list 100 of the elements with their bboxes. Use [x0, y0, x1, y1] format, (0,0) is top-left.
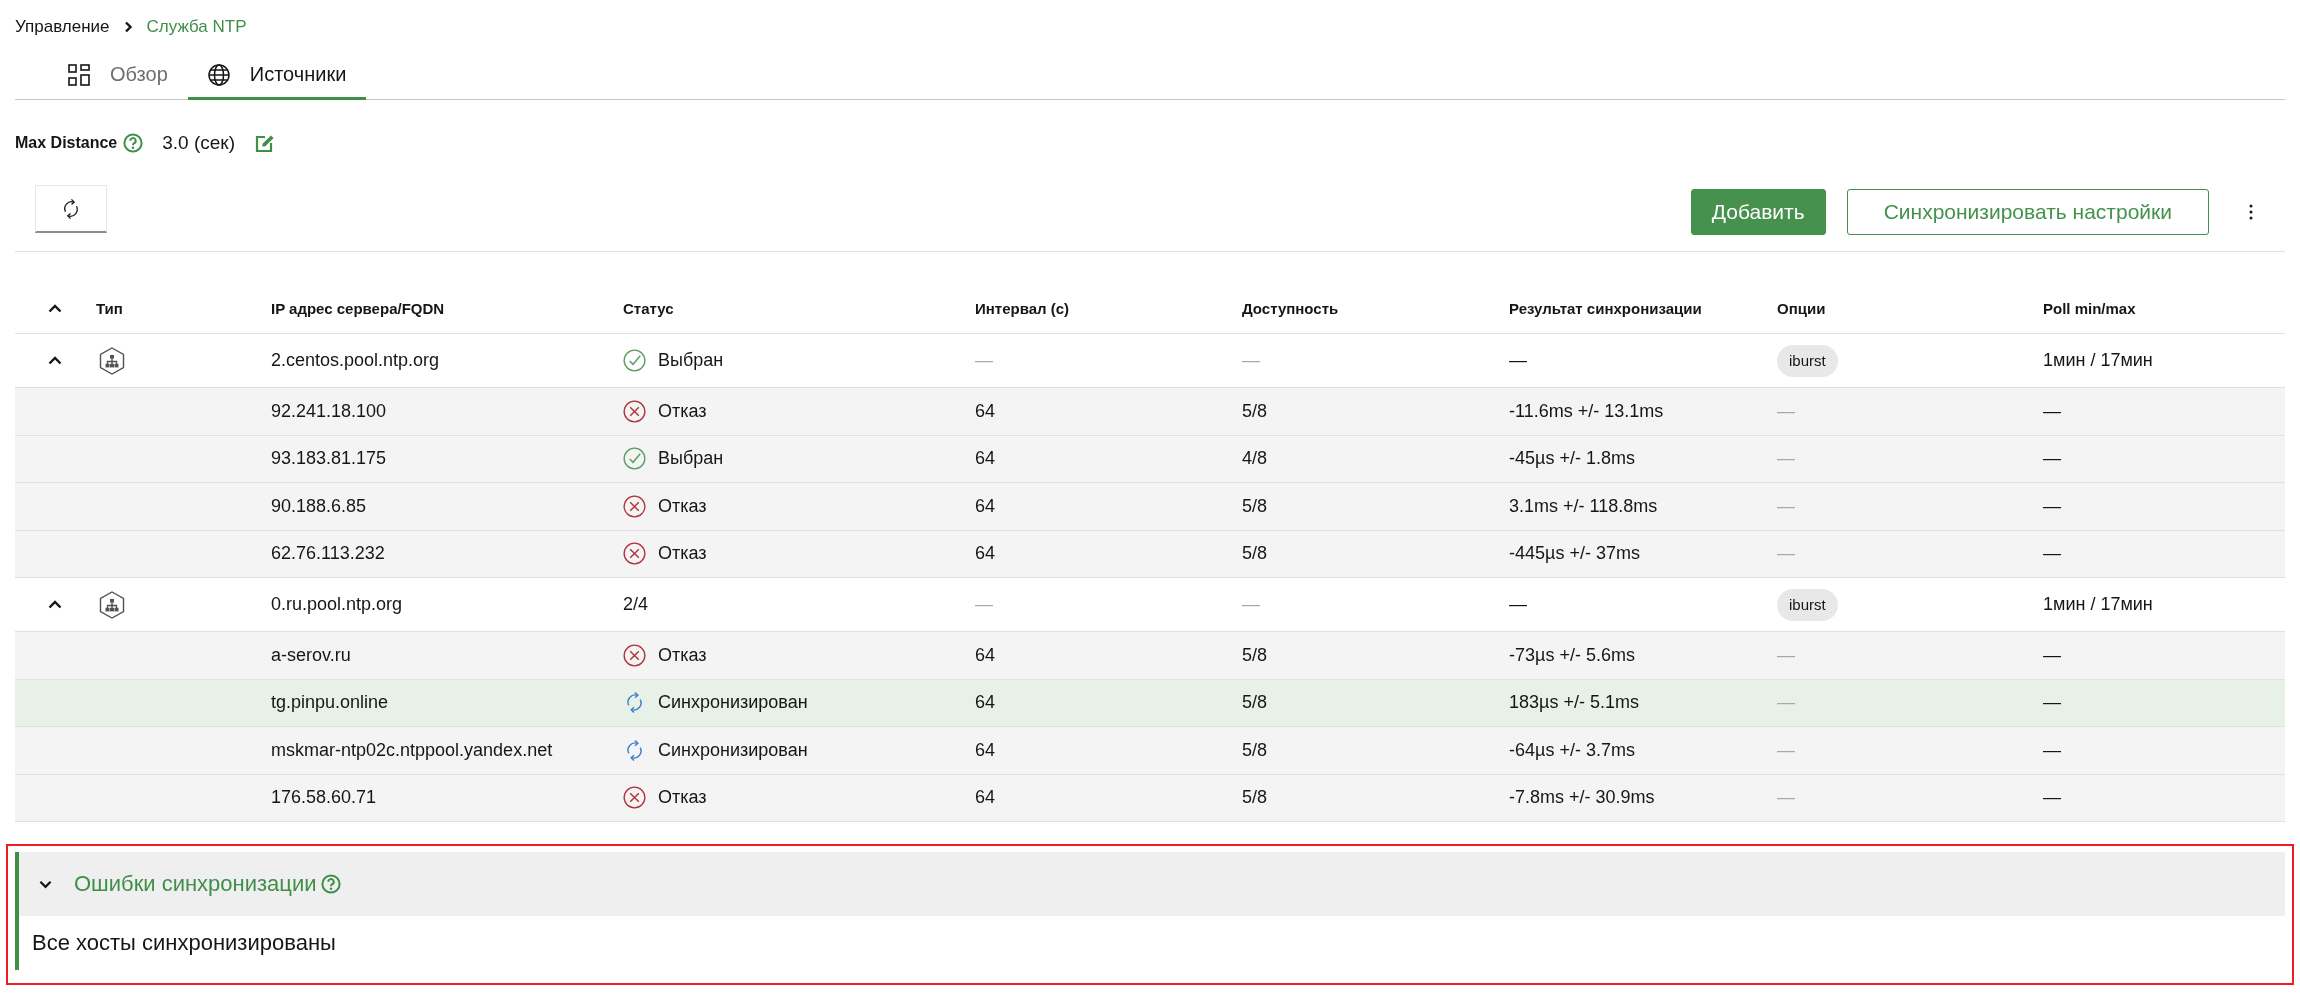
check-circle-icon: [623, 349, 646, 372]
x-circle-icon: [623, 399, 646, 423]
x-circle-icon: [623, 542, 646, 566]
table-row[interactable]: 90.188.6.85 Отказ 64 5/8 3.1ms +/- 118.8ms — —: [15, 483, 2285, 531]
globe-icon: [207, 63, 230, 86]
kebab-icon: [2249, 204, 2253, 220]
status-label: Выбран: [658, 448, 724, 470]
breadcrumb-link[interactable]: Управление: [15, 17, 110, 37]
status-label: Синхронизирован: [658, 692, 808, 714]
table-cell: 64: [975, 448, 996, 470]
status-label: Отказ: [658, 787, 707, 809]
x-circle-icon: [623, 643, 646, 667]
status-label: Выбран: [658, 350, 724, 371]
table-row[interactable]: 62.76.113.232 Отказ 64 5/8 -445µs +/- 37ms — —: [15, 530, 2285, 578]
chevron-down-icon[interactable]: [39, 879, 52, 889]
column-header: Poll min/max: [2043, 299, 2136, 317]
table-cell: 64: [975, 543, 996, 565]
grid-icon: [68, 63, 90, 86]
table-cell: 5/8: [1242, 644, 1268, 666]
status-label: Отказ: [658, 644, 707, 666]
tab[interactable]: Источники: [187, 52, 367, 100]
status-label: 2/4: [623, 594, 649, 615]
table-cell: -445µs +/- 37ms: [1509, 543, 1640, 565]
chevron-right-icon: [123, 21, 133, 33]
panel-title: Ошибки синхронизации: [74, 871, 317, 897]
column-header: Тип: [96, 299, 123, 317]
chevron-up-icon[interactable]: [48, 600, 62, 609]
table-row[interactable]: 93.183.81.175 Выбран 64 4/8 -45µs +/- 1.8ms — —: [15, 435, 2285, 483]
add-button[interactable]: Добавить: [1690, 189, 1826, 235]
table-cell: —: [1242, 350, 1260, 371]
table-cell: 92.241.18.100: [271, 400, 387, 422]
table-cell: 64: [975, 739, 996, 761]
table-cell: 5/8: [1242, 739, 1268, 761]
column-header: Результат синхронизации: [1509, 299, 1702, 317]
table-cell: —: [1777, 448, 1795, 470]
column-header: Доступность: [1242, 299, 1339, 317]
table-cell: 5/8: [1242, 692, 1268, 714]
table-cell: 1мин / 17мин: [2043, 594, 2153, 615]
table-row[interactable]: tg.pinpu.online Синхронизирован 64 5/8 183µs +/- 5.1ms — —: [15, 679, 2285, 727]
table-cell: —: [975, 594, 993, 615]
table-cell: 64: [975, 692, 996, 714]
table-cell: 64: [975, 400, 996, 422]
table-cell: —: [1777, 495, 1795, 517]
table-cell: 64: [975, 495, 996, 517]
table-cell: 2.centos.pool.ntp.org: [271, 350, 440, 371]
x-circle-icon: [623, 494, 646, 518]
table-cell: —: [1777, 692, 1795, 714]
table-cell: -64µs +/- 3.7ms: [1509, 739, 1635, 761]
table-cell: —: [2043, 739, 2061, 761]
table-cell: 5/8: [1242, 495, 1268, 517]
table-row[interactable]: 176.58.60.71 Отказ 64 5/8 -7.8ms +/- 30.9ms — —: [15, 774, 2285, 822]
table-cell: -45µs +/- 1.8ms: [1509, 448, 1635, 470]
table-cell: a-serov.ru: [271, 644, 351, 666]
column-header: Интервал (с): [975, 299, 1070, 317]
table-cell: —: [1777, 739, 1795, 761]
table-cell: —: [1509, 350, 1527, 371]
table-cell: -11.6ms +/- 13.1ms: [1509, 400, 1664, 422]
table-cell: —: [2043, 787, 2061, 809]
table-cell: 1мин / 17мин: [2043, 350, 2153, 371]
table-cell: 0.ru.pool.ntp.org: [271, 594, 403, 615]
help-icon[interactable]: [123, 133, 144, 153]
table-cell: —: [1777, 543, 1795, 565]
field-label: Max Distance: [15, 134, 118, 152]
table-cell: —: [1242, 594, 1260, 615]
sync-settings-button[interactable]: Синхронизировать настройки: [1846, 189, 2209, 235]
table-row[interactable]: mskmar-ntp02c.ntppool.yandex.net Синхронизирован 64 5/8 -64µs +/- 3.7ms — —: [15, 727, 2285, 775]
network-hexagon-icon: [99, 590, 125, 619]
refresh-button[interactable]: [35, 185, 107, 233]
chevron-up-icon[interactable]: [48, 356, 62, 365]
option-tag: iburst: [1777, 588, 1838, 621]
status-label: Отказ: [658, 543, 707, 565]
field-value: 3.0 (сек): [162, 132, 235, 154]
option-tag: iburst: [1777, 344, 1838, 377]
tab[interactable]: Обзор: [48, 52, 188, 100]
table-cell: 93.183.81.175: [271, 448, 387, 470]
help-icon[interactable]: [320, 874, 341, 894]
status-label: Отказ: [658, 495, 707, 517]
table-cell: -7.8ms +/- 30.9ms: [1509, 787, 1655, 809]
table-row[interactable]: 92.241.18.100 Отказ 64 5/8 -11.6ms +/- 13.1ms — —: [15, 388, 2285, 436]
table-cell: 183µs +/- 5.1ms: [1509, 692, 1639, 714]
table-cell: 64: [975, 644, 996, 666]
breadcrumb-link[interactable]: Служба NTP: [146, 17, 247, 37]
table-cell: 5/8: [1242, 543, 1268, 565]
table-cell: —: [1777, 400, 1795, 422]
table-cell: mskmar-ntp02c.ntppool.yandex.net: [271, 739, 553, 761]
table-cell: 5/8: [1242, 787, 1268, 809]
table-row[interactable]: a-serov.ru Отказ 64 5/8 -73µs +/- 5.6ms — —: [15, 632, 2285, 680]
table-cell: —: [2043, 495, 2061, 517]
edit-icon[interactable]: [255, 133, 275, 153]
panel-message: Все хосты синхронизированы: [32, 930, 336, 956]
table-cell: 5/8: [1242, 400, 1268, 422]
column-header: IP адрес сервера/FQDN: [271, 299, 445, 317]
table-cell: 64: [975, 787, 996, 809]
check-circle-icon: [623, 447, 646, 471]
chevron-up-icon[interactable]: [48, 303, 62, 313]
table-cell: -73µs +/- 5.6ms: [1509, 644, 1635, 666]
table-cell: 90.188.6.85: [271, 495, 367, 517]
table-cell: —: [2043, 448, 2061, 470]
table-cell: —: [1777, 644, 1795, 666]
table-cell: —: [2043, 644, 2061, 666]
